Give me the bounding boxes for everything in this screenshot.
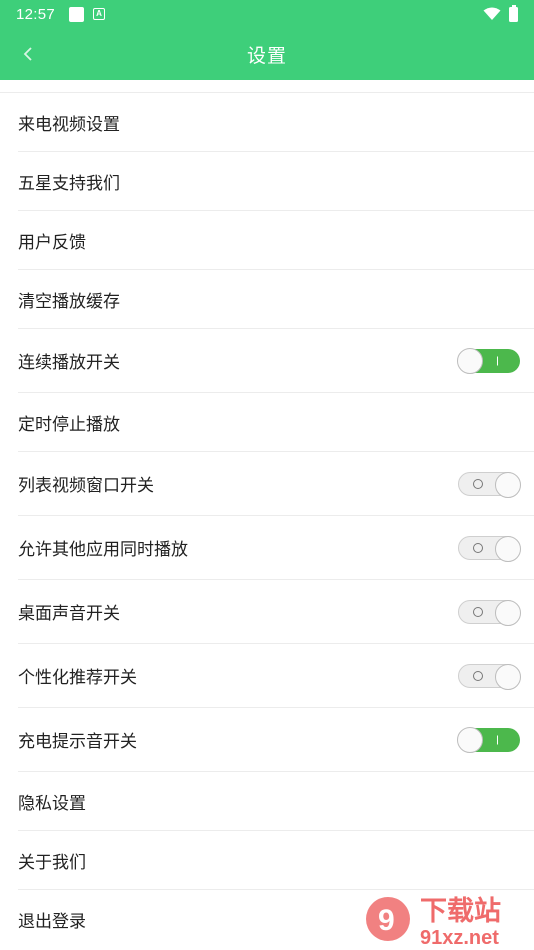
notification-icon — [69, 6, 85, 22]
back-button[interactable] — [14, 40, 42, 68]
row-label: 连续播放开关 — [18, 353, 120, 373]
settings-row-personalized-recommend: 个性化推荐开关 — [18, 644, 534, 708]
battery-icon — [509, 4, 518, 22]
toggle-knob — [495, 663, 521, 690]
settings-row-continuous-play: 连续播放开关 — [18, 329, 534, 393]
row-label: 列表视频窗口开关 — [18, 476, 154, 496]
toggle-knob — [495, 535, 521, 562]
settings-row-sleep-timer[interactable]: 定时停止播放 — [18, 393, 534, 452]
toggle-knob — [457, 347, 483, 374]
toggle-off-mark — [473, 478, 483, 489]
personalized-recommend-toggle[interactable] — [458, 663, 521, 690]
page-title: 设置 — [246, 44, 287, 67]
toggle-on-mark — [496, 735, 498, 744]
watermark-domain: 91xz.net — [420, 927, 499, 949]
toggle-knob — [495, 599, 521, 626]
toggle-off-mark — [473, 542, 483, 553]
status-bar: 12:57 A — [0, 0, 534, 28]
keyboard-icon: A — [93, 8, 106, 20]
toggle-knob — [495, 471, 521, 498]
toggle-on-mark — [496, 356, 498, 365]
settings-row-about[interactable]: 关于我们 — [18, 831, 534, 890]
row-label: 隐私设置 — [18, 793, 86, 814]
desktop-sound-toggle[interactable] — [458, 599, 521, 626]
toggle-knob — [457, 726, 483, 753]
settings-row-rate-us[interactable]: 五星支持我们 — [18, 152, 534, 211]
settings-row-list-video-window: 列表视频窗口开关 — [18, 452, 534, 516]
charging-sound-toggle[interactable] — [457, 726, 520, 753]
continuous-play-toggle[interactable] — [457, 347, 520, 374]
settings-row-allow-other-apps: 允许其他应用同时播放 — [18, 516, 534, 580]
row-label: 个性化推荐开关 — [18, 668, 137, 688]
wifi-icon — [483, 7, 501, 20]
settings-row-charging-sound: 充电提示音开关 — [18, 708, 534, 772]
toggle-off-mark — [473, 606, 483, 617]
settings-row-clear-cache[interactable]: 清空播放缓存 — [18, 270, 534, 329]
row-label: 桌面声音开关 — [18, 604, 120, 624]
row-label: 清空播放缓存 — [18, 291, 120, 312]
row-label: 定时停止播放 — [18, 414, 120, 435]
settings-row-feedback[interactable]: 用户反馈 — [18, 211, 534, 270]
status-time: 12:57 — [16, 5, 56, 23]
row-label: 退出登录 — [18, 912, 86, 932]
watermark-title: 下载站 — [420, 896, 501, 927]
settings-row-privacy[interactable]: 隐私设置 — [18, 772, 534, 831]
toggle-off-mark — [473, 670, 483, 681]
row-label: 允许其他应用同时播放 — [18, 540, 188, 560]
watermark-logo: 9 下载站 91xz.net — [366, 896, 501, 949]
svg-text:9: 9 — [378, 904, 395, 937]
row-label: 用户反馈 — [18, 232, 86, 253]
list-video-window-toggle[interactable] — [458, 471, 521, 498]
allow-other-apps-toggle[interactable] — [458, 535, 521, 562]
row-label: 关于我们 — [18, 852, 86, 873]
row-label: 充电提示音开关 — [18, 732, 137, 752]
chevron-left-icon — [23, 47, 32, 61]
settings-list: 来电视频设置 五星支持我们 用户反馈 清空播放缓存 连续播放开关 定时停止播放 … — [0, 92, 534, 949]
row-label: 五星支持我们 — [18, 173, 120, 194]
row-label: 来电视频设置 — [18, 114, 120, 135]
settings-row-desktop-sound: 桌面声音开关 — [18, 580, 534, 644]
settings-row-call-video[interactable]: 来电视频设置 — [18, 93, 534, 152]
app-bar: 设置 — [0, 28, 534, 80]
